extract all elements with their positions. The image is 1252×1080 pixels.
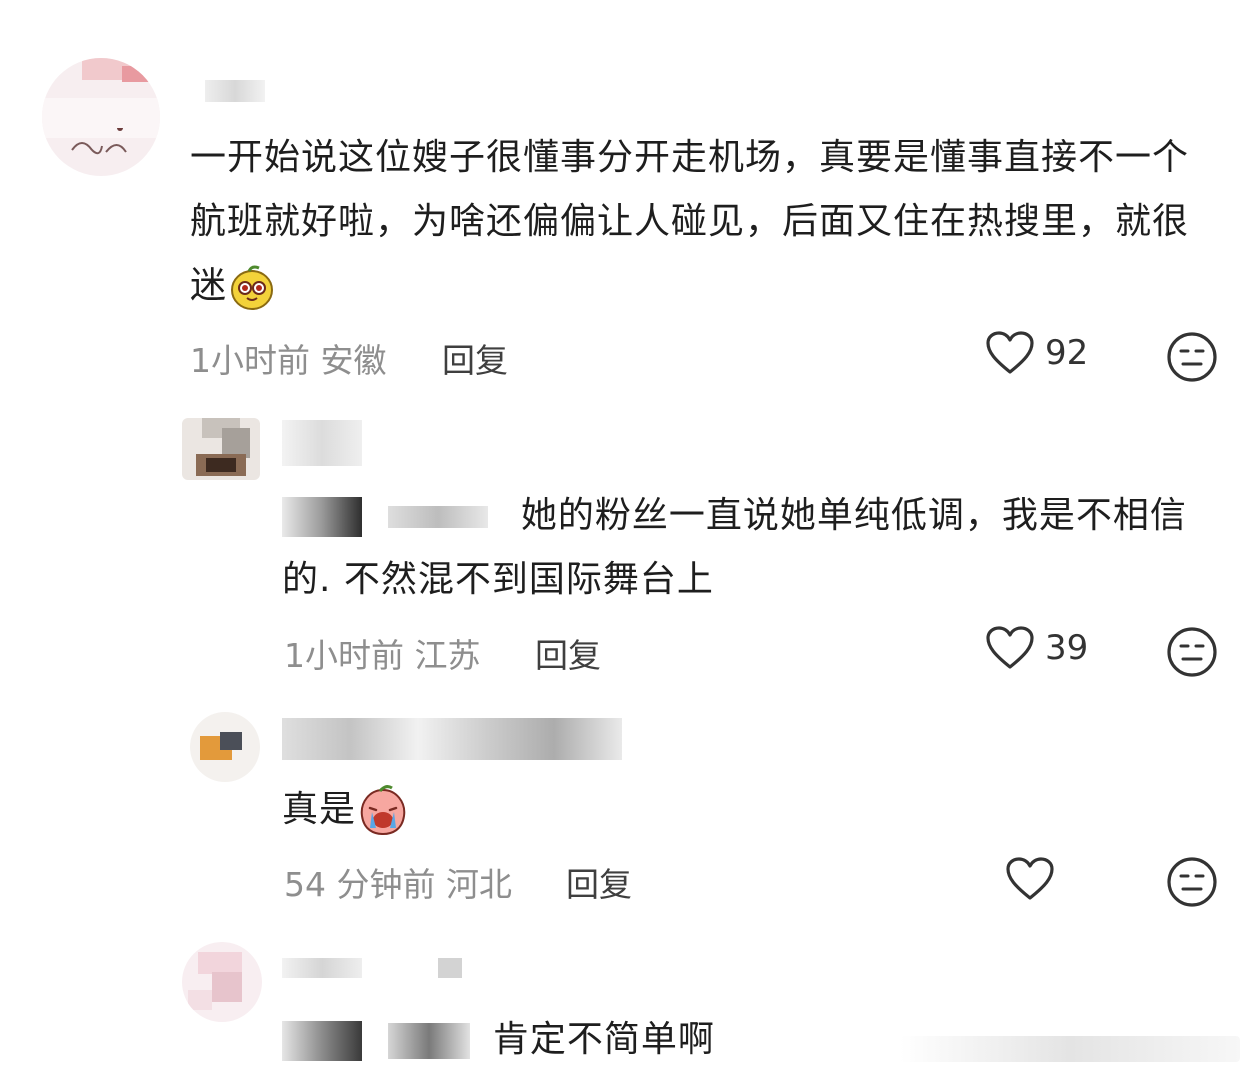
comment-meta: 1小时前 江苏: [284, 629, 481, 677]
mention-blurred[interactable]: [282, 497, 362, 537]
reply-button[interactable]: 回复: [566, 858, 632, 906]
like-button[interactable]: 39: [985, 625, 1088, 671]
comment-text: 真是: [282, 778, 1222, 842]
timestamp: 54 分钟前: [284, 865, 436, 904]
heart-outline-icon: [986, 331, 1034, 374]
heart-outline-icon: [986, 626, 1034, 669]
crying-peach-emoji: [360, 785, 406, 836]
like-button[interactable]: [1005, 856, 1055, 902]
username-blurred[interactable]: [282, 718, 622, 760]
username-blurred[interactable]: [205, 80, 265, 102]
watermark: [900, 1036, 1240, 1062]
avatar[interactable]: [190, 712, 260, 782]
timestamp: 1小时前: [190, 341, 310, 380]
location: 河北: [445, 865, 512, 904]
comment-text: 她的粉丝一直说她单纯低调，我是不相信的. 不然混不到国际舞台上: [282, 495, 1187, 600]
reply-button[interactable]: 回复: [442, 334, 508, 382]
username-blurred[interactable]: [282, 958, 362, 978]
mango-face-emoji: [231, 265, 274, 310]
like-count: 92: [1045, 333, 1089, 373]
neutral-face-icon[interactable]: [1166, 331, 1218, 383]
avatar[interactable]: [42, 58, 160, 176]
like-button[interactable]: 92: [985, 330, 1088, 376]
username-blurred[interactable]: [282, 420, 362, 466]
heart-outline-icon: [1006, 857, 1054, 900]
mention-blurred[interactable]: [388, 1023, 471, 1059]
username-blurred[interactable]: [438, 958, 462, 978]
location: 江苏: [414, 636, 481, 675]
comment-meta: 1小时前 安徽: [190, 334, 387, 382]
like-count: 39: [1045, 628, 1089, 668]
location: 安徽: [320, 341, 387, 380]
mention-blurred[interactable]: [388, 506, 489, 528]
neutral-face-icon[interactable]: [1166, 856, 1218, 908]
avatar[interactable]: [182, 942, 262, 1022]
reply-button[interactable]: 回复: [535, 629, 601, 677]
comment-meta: 54 分钟前 河北: [284, 858, 512, 906]
timestamp: 1小时前: [284, 636, 404, 675]
comment-text: 一开始说这位嫂子很懂事分开走机场，真要是懂事直接不一个航班就好啦，为啥还偏偏让人…: [190, 126, 1220, 318]
avatar[interactable]: [182, 418, 260, 480]
neutral-face-icon[interactable]: [1166, 626, 1218, 678]
mention-blurred[interactable]: [282, 1021, 362, 1061]
